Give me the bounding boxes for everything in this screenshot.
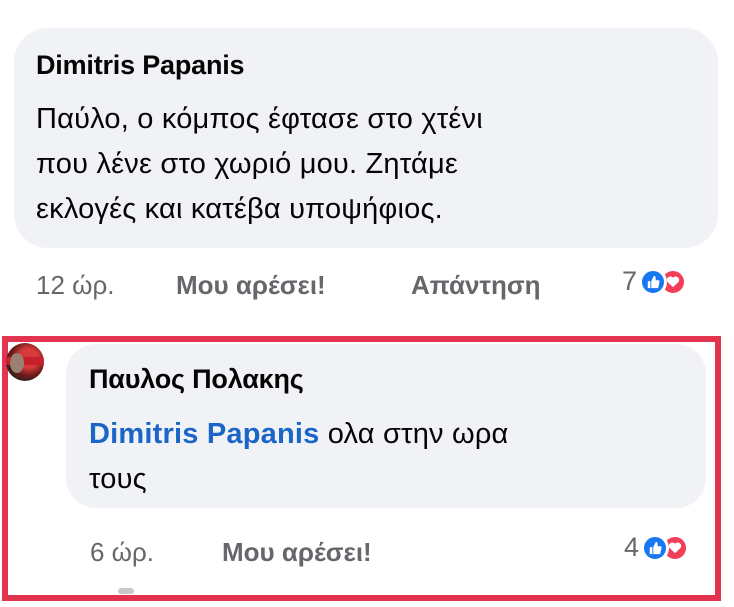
reply-text-fragment: ολα στην ωρα — [319, 418, 509, 450]
reaction-count: 7 — [622, 266, 638, 296]
comment-text: Παύλο, ο κόμπος έφτασε στο χτένι που λέν… — [36, 97, 483, 232]
comment-author[interactable]: Dimitris Papanis — [36, 50, 245, 81]
comment-text-line: που λένε στο χωριό μου. Ζητάμε — [36, 148, 458, 180]
like-button[interactable]: Μου αρέσει! — [222, 537, 372, 568]
cropped-text-fragment — [118, 588, 134, 594]
comment-text-line: εκλογές και κατέβα υποψήφιος. — [36, 193, 443, 225]
reply-text-line: Dimitris Papanis ολα στην ωρα — [89, 412, 509, 457]
comment-timestamp[interactable]: 12 ώρ. — [36, 270, 114, 301]
like-button[interactable]: Μου αρέσει! — [176, 270, 326, 301]
reactions-summary[interactable]: 7 — [622, 266, 688, 297]
like-icon — [639, 267, 668, 296]
reply-timestamp[interactable]: 6 ώρ. — [90, 537, 154, 568]
like-icon — [641, 533, 670, 562]
reply-text-line: τους — [89, 463, 147, 495]
reactions-summary[interactable]: 4 — [624, 532, 690, 563]
avatar[interactable] — [6, 343, 44, 381]
mention-link[interactable]: Dimitris Papanis — [89, 418, 319, 450]
reply-button[interactable]: Απάντηση — [411, 270, 541, 301]
reaction-count: 4 — [624, 532, 640, 562]
comment-text-line: Παύλο, ο κόμπος έφτασε στο χτένι — [36, 103, 483, 135]
reply-text: Dimitris Papanis ολα στην ωρα τους — [89, 412, 509, 502]
reply-author[interactable]: Παυλος Πολακης — [89, 364, 304, 395]
